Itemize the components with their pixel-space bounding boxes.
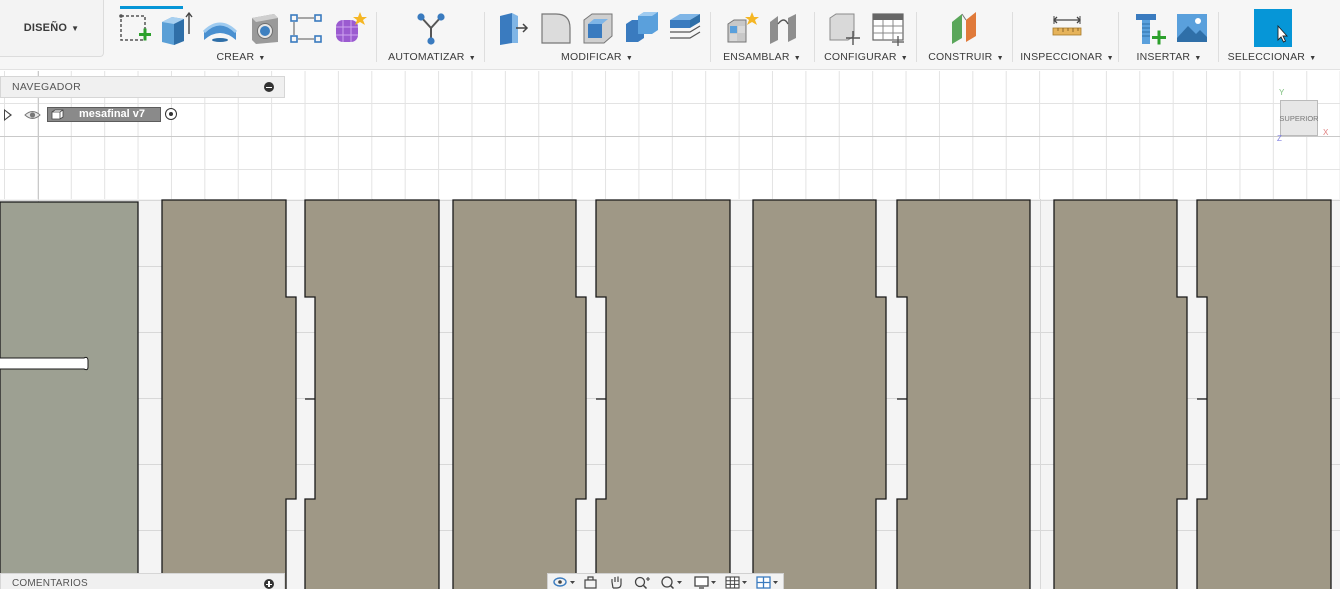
pattern-icon[interactable] <box>288 10 324 46</box>
comments-panel: COMENTARIOS <box>0 573 285 589</box>
group-modificar: MODIFICAR ▼ <box>492 0 702 70</box>
panel-left[interactable] <box>0 201 139 589</box>
group-inspeccionar: INSPECCIONAR ▼ <box>1020 0 1114 70</box>
axis-z-label: Z <box>1277 134 1282 143</box>
joint-icon[interactable] <box>766 10 802 46</box>
workspace-selector[interactable]: DISEÑO ▼ <box>0 0 104 57</box>
toolbar-divider <box>484 12 485 62</box>
eye-icon[interactable] <box>24 107 41 123</box>
group-ensamblar: ENSAMBLAR ▼ <box>718 0 806 70</box>
group-crear: CREAR ▼ <box>112 0 370 70</box>
fit-icon[interactable] <box>659 575 685 589</box>
hole-icon[interactable] <box>246 10 282 46</box>
panel-b-2[interactable] <box>595 199 731 589</box>
axis-x-label: X <box>1323 128 1329 137</box>
parameters-icon[interactable] <box>826 10 862 46</box>
new-component-icon[interactable] <box>724 10 760 46</box>
panel-a-4[interactable] <box>1053 199 1188 589</box>
revolve-icon[interactable] <box>202 10 238 46</box>
shell-icon[interactable] <box>580 10 616 46</box>
toolbar-divider <box>710 12 711 62</box>
viewcube-face-top[interactable]: SUPERIOR <box>1279 100 1319 136</box>
navigation-bar <box>547 573 784 589</box>
chevron-down-icon: ▼ <box>71 23 80 33</box>
panel-b-1[interactable] <box>304 199 440 589</box>
orbit-icon[interactable] <box>552 575 576 589</box>
panel-b-4[interactable] <box>1196 199 1332 589</box>
axis-y-label: Y <box>1279 88 1285 97</box>
look-at-icon[interactable] <box>583 575 599 589</box>
panel-a-3[interactable] <box>752 199 887 589</box>
automate-icon[interactable] <box>413 10 449 46</box>
offset-face-icon[interactable] <box>666 10 702 46</box>
navigator-title: NAVEGADOR <box>12 81 82 93</box>
viewcube[interactable]: Y SUPERIOR X Z <box>1271 88 1333 148</box>
group-label-ensamblar[interactable]: ENSAMBLAR ▼ <box>718 51 806 63</box>
group-label-crear[interactable]: CREAR ▼ <box>112 51 370 63</box>
document-node[interactable]: mesafinal v7 <box>47 107 161 122</box>
panel-a-1[interactable] <box>161 199 297 589</box>
panel-slot <box>0 356 89 371</box>
group-label-modificar[interactable]: MODIFICAR ▼ <box>492 51 702 63</box>
fillet-icon[interactable] <box>538 10 574 46</box>
expand-arrow-icon[interactable] <box>4 109 12 121</box>
toolbar-divider <box>814 12 815 62</box>
combine-icon[interactable] <box>624 10 660 46</box>
form-icon[interactable] <box>332 10 368 46</box>
toolbar-divider <box>916 12 917 62</box>
activate-radio-icon[interactable] <box>165 108 177 120</box>
group-configurar: CONFIGURAR ▼ <box>822 0 910 70</box>
panel-a-2[interactable] <box>452 199 587 589</box>
group-label-automatizar[interactable]: AUTOMATIZAR ▼ <box>384 51 480 63</box>
collapse-icon[interactable] <box>264 82 274 92</box>
viewports-icon[interactable] <box>755 575 781 589</box>
construct-plane-icon[interactable] <box>948 10 984 46</box>
group-label-construir[interactable]: CONSTRUIR ▼ <box>924 51 1008 63</box>
document-name: mesafinal v7 <box>78 108 146 120</box>
panel-geometry <box>0 199 1332 589</box>
pan-icon[interactable] <box>609 575 625 589</box>
ribbon-toolbar: DISEÑO ▼ CREAR ▼ AUTOMATIZAR ▼ MODIFICAR… <box>0 0 1340 70</box>
toolbar-divider <box>1218 12 1219 62</box>
group-insertar: INSERTAR ▼ <box>1126 0 1212 70</box>
group-automatizar: AUTOMATIZAR ▼ <box>384 0 480 70</box>
workspace-label: DISEÑO <box>23 22 68 34</box>
grid-icon[interactable] <box>724 575 750 589</box>
zoom-icon[interactable] <box>633 575 653 589</box>
insert-image-icon[interactable] <box>1174 10 1210 46</box>
add-comment-icon[interactable] <box>264 579 274 589</box>
extrude-icon[interactable] <box>158 10 194 46</box>
sketch-icon[interactable] <box>117 10 153 46</box>
group-label-seleccionar[interactable]: SELECCIONAR ▼ <box>1226 51 1318 63</box>
group-seleccionar: SELECCIONAR ▼ <box>1226 0 1318 70</box>
display-settings-icon[interactable] <box>693 575 719 589</box>
toolbar-divider <box>1118 12 1119 62</box>
toolbar-divider <box>1012 12 1013 62</box>
group-construir: CONSTRUIR ▼ <box>924 0 1008 70</box>
viewcube-face-label: SUPERIOR <box>1279 113 1319 123</box>
configure-table-icon[interactable] <box>870 10 906 46</box>
comments-title: COMENTARIOS <box>12 578 88 589</box>
toolbar-divider <box>376 12 377 62</box>
select-icon[interactable] <box>1254 9 1292 47</box>
document-icon <box>51 109 64 120</box>
group-label-inspeccionar[interactable]: INSPECCIONAR ▼ <box>1020 51 1114 63</box>
panel-b-3[interactable] <box>896 199 1031 589</box>
group-label-insertar[interactable]: INSERTAR ▼ <box>1126 51 1212 63</box>
browser-root-row[interactable]: mesafinal v7 <box>0 105 200 125</box>
navigator-panel: NAVEGADOR <box>0 76 285 98</box>
model-canvas[interactable] <box>0 71 1340 589</box>
group-label-configurar[interactable]: CONFIGURAR ▼ <box>822 51 910 63</box>
press-pull-icon[interactable] <box>494 10 530 46</box>
measure-icon[interactable] <box>1049 10 1085 46</box>
insert-mcmaster-icon[interactable] <box>1132 10 1168 46</box>
